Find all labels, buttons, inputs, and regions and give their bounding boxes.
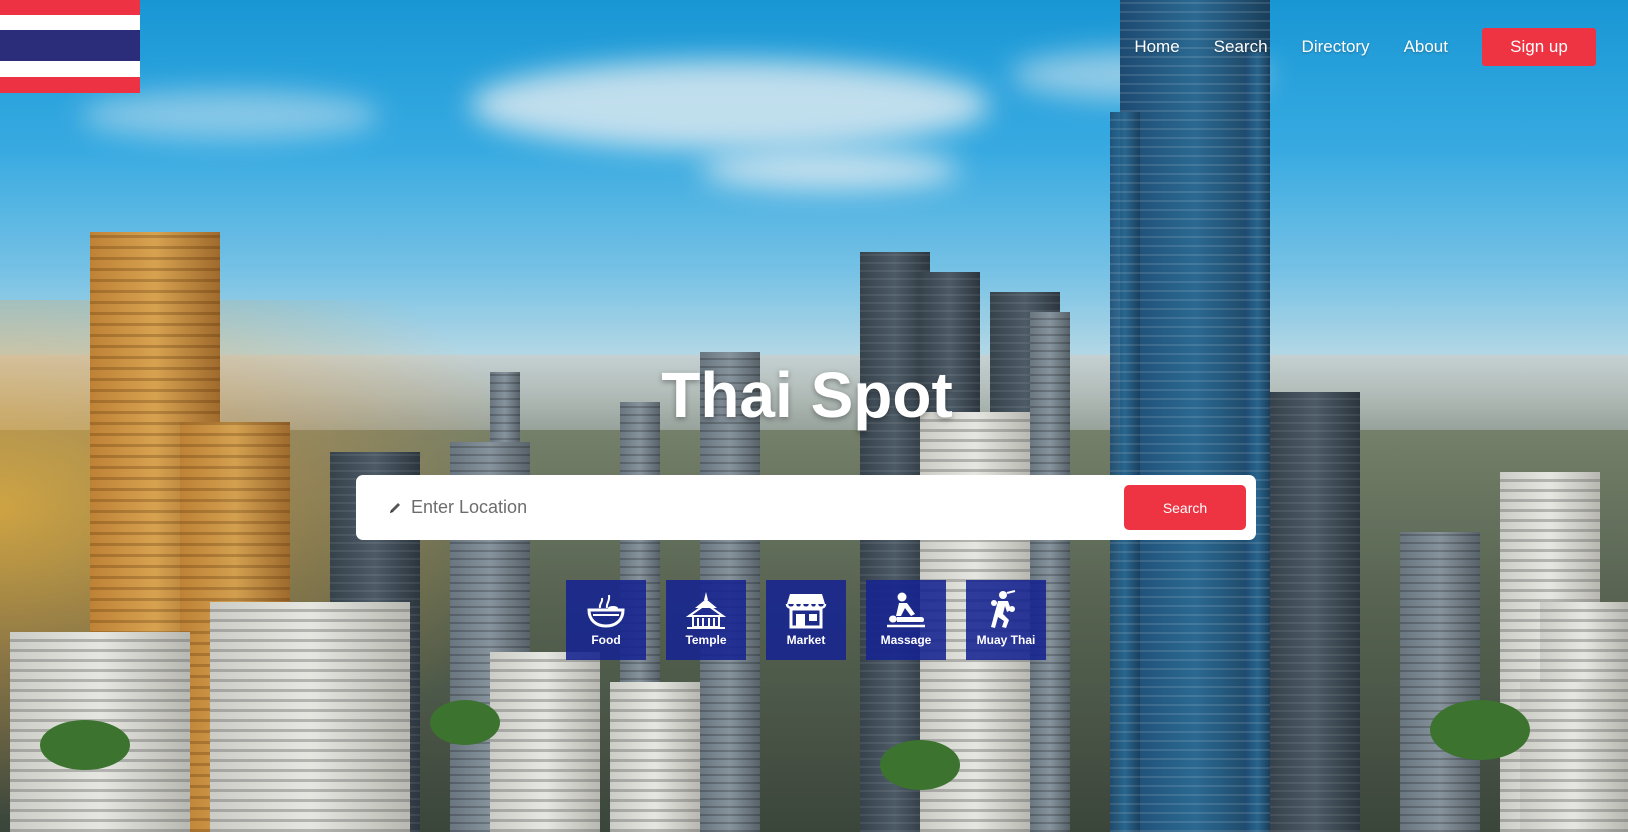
- top-navigation: Home Search Directory About Sign up: [1134, 28, 1596, 66]
- flag-stripe: [0, 61, 140, 77]
- category-label: Food: [591, 633, 621, 647]
- category-market[interactable]: Market: [766, 580, 846, 660]
- flag-stripe: [0, 0, 140, 15]
- location-search-bar: Search: [356, 475, 1256, 540]
- flag-stripe: [0, 77, 140, 93]
- temple-icon: [685, 592, 727, 629]
- category-temple[interactable]: Temple: [666, 580, 746, 660]
- category-tiles: Food Temple Market Massage Muay Thai: [566, 580, 1046, 660]
- muay-thai-icon: [991, 590, 1016, 628]
- flag-stripe: [0, 15, 140, 30]
- category-muay-thai[interactable]: Muay Thai: [966, 580, 1046, 660]
- market-icon: [785, 594, 827, 629]
- nav-directory-link[interactable]: Directory: [1302, 37, 1370, 57]
- nav-home-link[interactable]: Home: [1134, 37, 1179, 57]
- flag-stripe: [0, 30, 140, 61]
- nav-search-link[interactable]: Search: [1214, 37, 1268, 57]
- nav-about-link[interactable]: About: [1404, 37, 1448, 57]
- pencil-icon: [388, 501, 402, 515]
- location-search-input[interactable]: [411, 497, 1124, 518]
- thai-flag-logo[interactable]: [0, 0, 140, 93]
- category-label: Massage: [880, 633, 932, 647]
- category-label: Market: [786, 633, 826, 647]
- food-bowl-icon: [587, 594, 625, 628]
- category-massage[interactable]: Massage: [866, 580, 946, 660]
- category-label: Muay Thai: [976, 633, 1036, 647]
- page-title: Thai Spot: [661, 359, 953, 431]
- search-button[interactable]: Search: [1124, 485, 1246, 530]
- sign-up-button[interactable]: Sign up: [1482, 28, 1596, 66]
- category-food[interactable]: Food: [566, 580, 646, 660]
- category-label: Temple: [685, 633, 727, 647]
- massage-icon: [887, 592, 925, 628]
